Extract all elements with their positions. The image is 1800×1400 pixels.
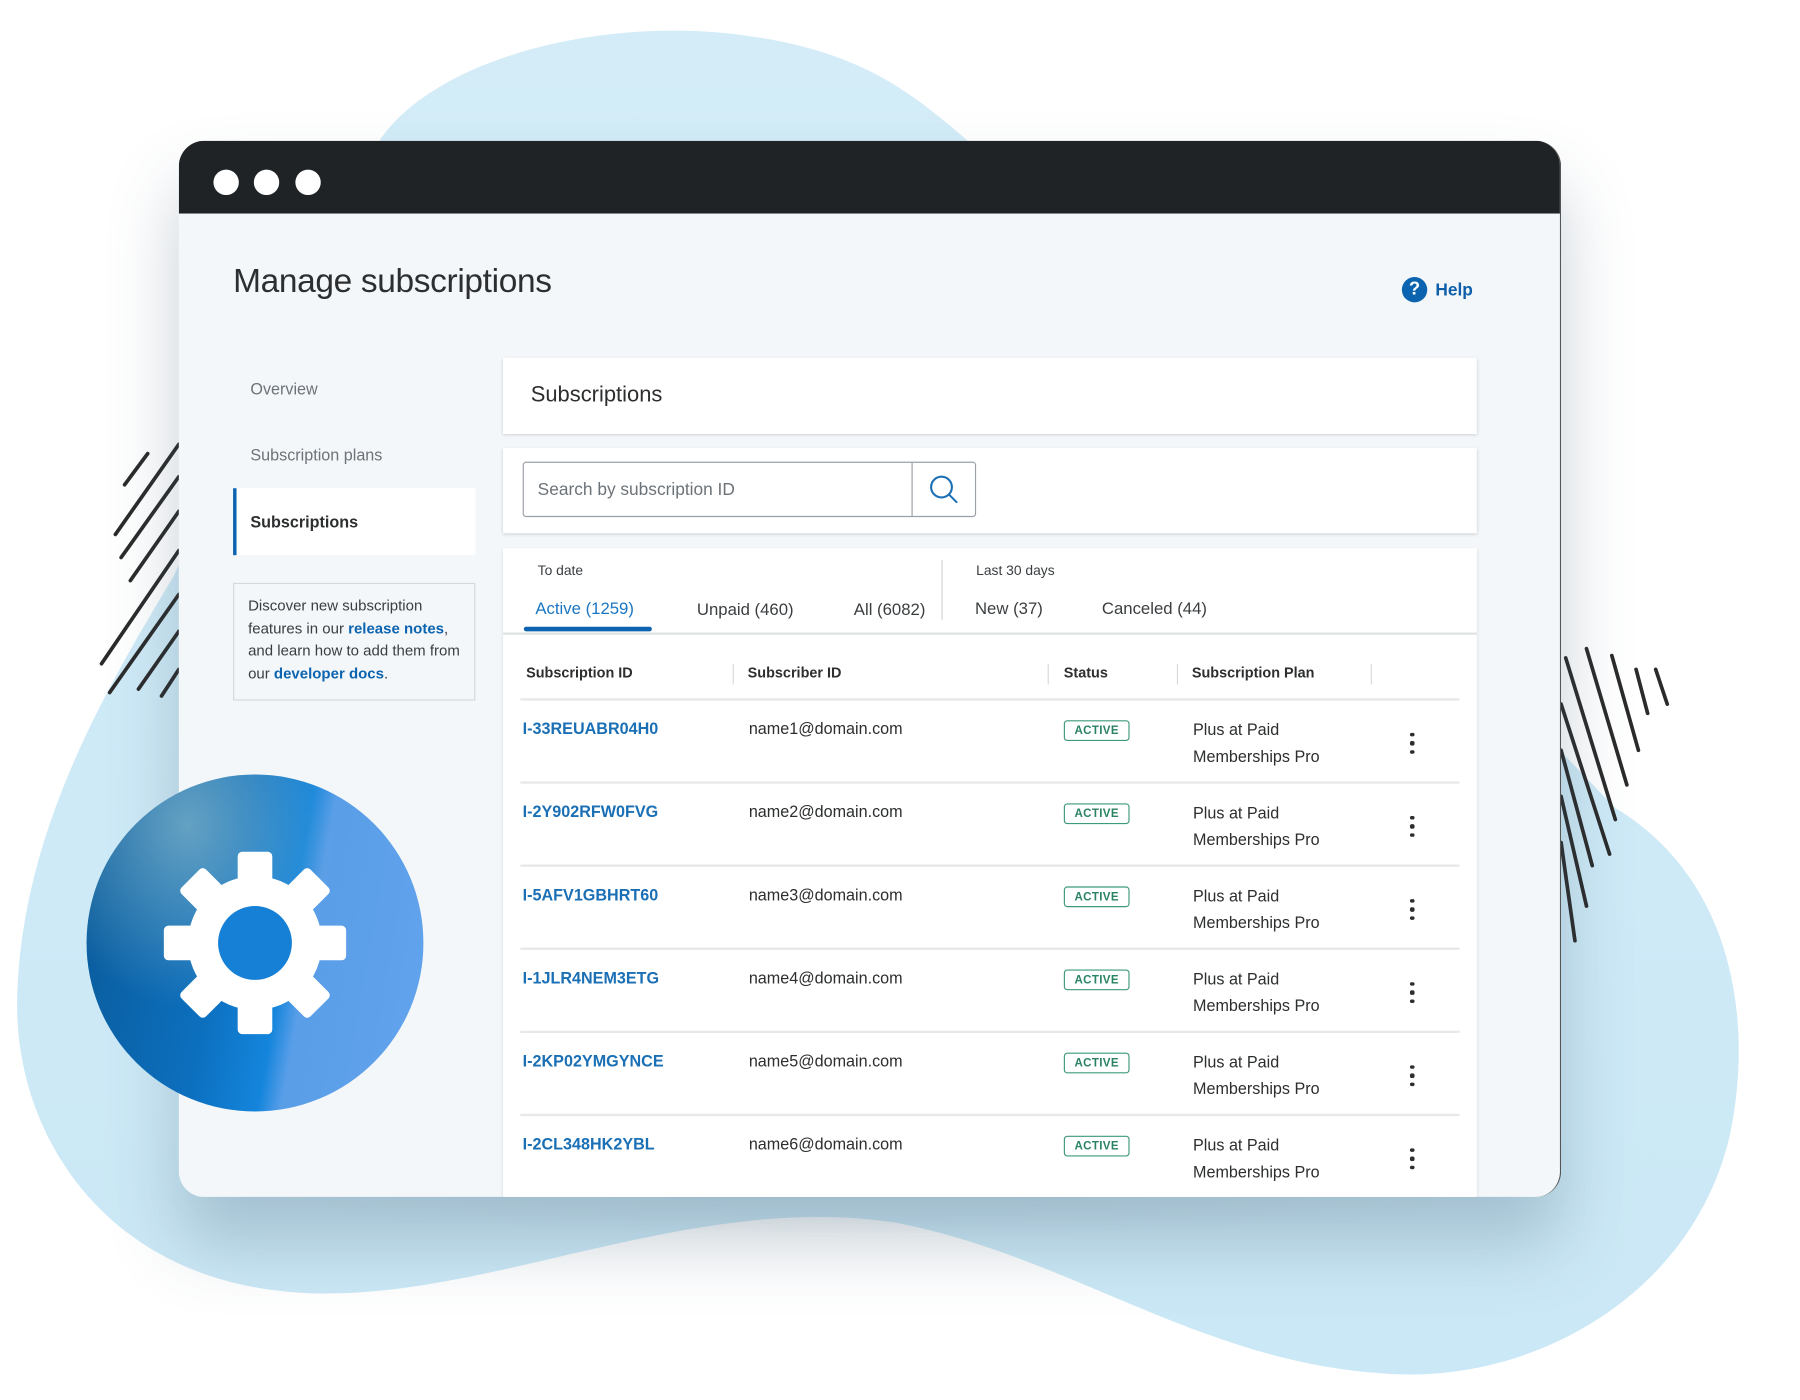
column-separator <box>1176 663 1179 685</box>
column-separator <box>1047 663 1049 685</box>
sidebar-item-subscription-plans[interactable]: Subscription plans <box>233 421 475 488</box>
gear-icon <box>163 851 347 1035</box>
illustration-stage: Manage subscriptions ? Help Overview Sub… <box>0 0 1800 1400</box>
table-row: I-1JLR4NEM3ETG name4@domain.com ACTIVE P… <box>520 950 1460 1034</box>
row-more-options-icon[interactable] <box>1405 1148 1419 1170</box>
info-text: . <box>383 664 389 682</box>
window-dot-icon <box>213 169 239 196</box>
help-link[interactable]: ? Help <box>1401 277 1473 303</box>
row-more-options-icon[interactable] <box>1405 732 1419 754</box>
column-header-subscriber-id[interactable]: Subscriber ID <box>748 665 842 681</box>
plan-line: Memberships Pro <box>1193 746 1320 766</box>
help-label: Help <box>1435 279 1473 300</box>
sidebar-item-overview[interactable]: Overview <box>233 355 475 422</box>
card-title: Subscriptions <box>530 383 663 408</box>
subscription-id-link[interactable]: I-2Y902RFW0FVG <box>523 802 659 820</box>
search-icon <box>930 475 958 504</box>
tab-group-divider <box>941 559 943 620</box>
window-title-bar <box>178 140 1560 214</box>
page-title: Manage subscriptions <box>233 263 552 301</box>
subscriptions-header-card: Subscriptions <box>503 357 1477 434</box>
plan-line: Memberships Pro <box>1193 912 1320 932</box>
tab-canceled[interactable]: Canceled (44) <box>1102 600 1207 618</box>
plan-line: Plus at Paid <box>1193 1135 1280 1155</box>
status-badge: ACTIVE <box>1063 886 1130 908</box>
row-more-options-icon[interactable] <box>1405 816 1419 837</box>
table-row: I-5AFV1GBHRT60 name3@domain.com ACTIVE P… <box>520 867 1460 950</box>
tab-group-label-to-date: To date <box>537 562 584 579</box>
plan-line: Memberships Pro <box>1193 996 1320 1015</box>
sidebar-item-subscriptions[interactable]: Subscriptions <box>233 488 476 556</box>
plan-line: Plus at Paid <box>1193 1052 1280 1072</box>
subscription-plan: Plus at Paid Memberships Pro <box>1193 1132 1320 1185</box>
tab-new[interactable]: New (37) <box>975 600 1043 618</box>
plan-line: Memberships Pro <box>1193 1162 1320 1181</box>
subscriber-id: name2@domain.com <box>748 802 903 821</box>
window-dot-icon <box>295 169 321 196</box>
tab-group-label-last-30-days: Last 30 days <box>976 562 1055 579</box>
subscription-id-link[interactable]: I-33REUABR04H0 <box>523 719 659 737</box>
subscription-id-link[interactable]: I-2CL348HK2YBL <box>523 1135 655 1153</box>
search-input[interactable] <box>523 462 912 516</box>
search-button[interactable] <box>911 462 975 516</box>
search-box <box>522 461 977 518</box>
status-badge: ACTIVE <box>1063 1052 1130 1074</box>
subscription-plan: Plus at Paid Memberships Pro <box>1193 966 1320 1019</box>
row-more-options-icon[interactable] <box>1405 1065 1419 1087</box>
release-notes-link[interactable]: release notes <box>348 619 444 636</box>
subscriber-id: name4@domain.com <box>748 968 903 987</box>
table-row: I-33REUABR04H0 name1@domain.com ACTIVE P… <box>520 701 1460 784</box>
plan-line: Plus at Paid <box>1193 969 1280 988</box>
plan-line: Plus at Paid <box>1193 886 1280 905</box>
plan-line: Memberships Pro <box>1193 829 1320 849</box>
subscriber-id: name6@domain.com <box>748 1134 903 1154</box>
tab-unpaid[interactable]: Unpaid (460) <box>697 601 794 619</box>
subscriptions-table-card: To date Last 30 days Active (1259) Unpai… <box>503 548 1477 1197</box>
status-badge: ACTIVE <box>1063 969 1130 991</box>
table-row: I-2CL348HK2YBL name6@domain.com ACTIVE P… <box>520 1116 1459 1197</box>
table-row: I-2KP02YMGYNCE name5@domain.com ACTIVE P… <box>520 1033 1460 1117</box>
column-separator <box>1370 663 1372 685</box>
subscription-plan: Plus at Paid Memberships Pro <box>1193 1049 1320 1102</box>
column-header-subscription-plan[interactable]: Subscription Plan <box>1192 665 1315 681</box>
status-badge: ACTIVE <box>1063 803 1130 825</box>
subscriber-id: name3@domain.com <box>748 885 903 904</box>
subscriber-id: name5@domain.com <box>748 1051 903 1070</box>
plan-line: Memberships Pro <box>1193 1079 1320 1098</box>
subscriber-id: name1@domain.com <box>748 719 903 738</box>
tab-active[interactable]: Active (1259) <box>535 600 634 618</box>
tabs-divider <box>503 632 1477 635</box>
decorative-hatch-right <box>1559 646 1670 943</box>
active-tab-indicator <box>523 626 652 632</box>
status-badge: ACTIVE <box>1063 1135 1130 1157</box>
column-header-status[interactable]: Status <box>1064 665 1108 681</box>
question-circle-icon: ? <box>1401 277 1428 303</box>
row-more-options-icon[interactable] <box>1405 982 1419 1003</box>
sidebar-item-label: Subscriptions <box>250 512 359 531</box>
info-box: Discover new subscription features in ou… <box>233 582 476 701</box>
search-card <box>503 447 1477 534</box>
column-header-subscription-id[interactable]: Subscription ID <box>526 665 633 681</box>
plan-line: Plus at Paid <box>1193 803 1280 822</box>
tab-all[interactable]: All (6082) <box>854 601 926 619</box>
status-badge: ACTIVE <box>1063 720 1130 741</box>
table-row: I-2Y902RFW0FVG name2@domain.com ACTIVE P… <box>520 784 1460 867</box>
subscription-plan: Plus at Paid Memberships Pro <box>1193 883 1320 936</box>
subscription-plan: Plus at Paid Memberships Pro <box>1193 800 1320 853</box>
subscription-id-link[interactable]: I-2KP02YMGYNCE <box>523 1051 664 1069</box>
subscription-id-link[interactable]: I-1JLR4NEM3ETG <box>523 968 659 986</box>
subscription-id-link[interactable]: I-5AFV1GBHRT60 <box>523 885 659 903</box>
plan-line: Plus at Paid <box>1193 720 1280 739</box>
column-separator <box>732 663 734 685</box>
window-dot-icon <box>253 169 280 196</box>
row-more-options-icon[interactable] <box>1405 899 1419 920</box>
sidebar-item-label: Subscription plans <box>250 445 383 464</box>
developer-docs-link[interactable]: developer docs <box>274 664 384 681</box>
gear-badge <box>86 774 424 1112</box>
sidebar-item-label: Overview <box>250 379 318 399</box>
subscription-plan: Plus at Paid Memberships Pro <box>1193 717 1320 770</box>
